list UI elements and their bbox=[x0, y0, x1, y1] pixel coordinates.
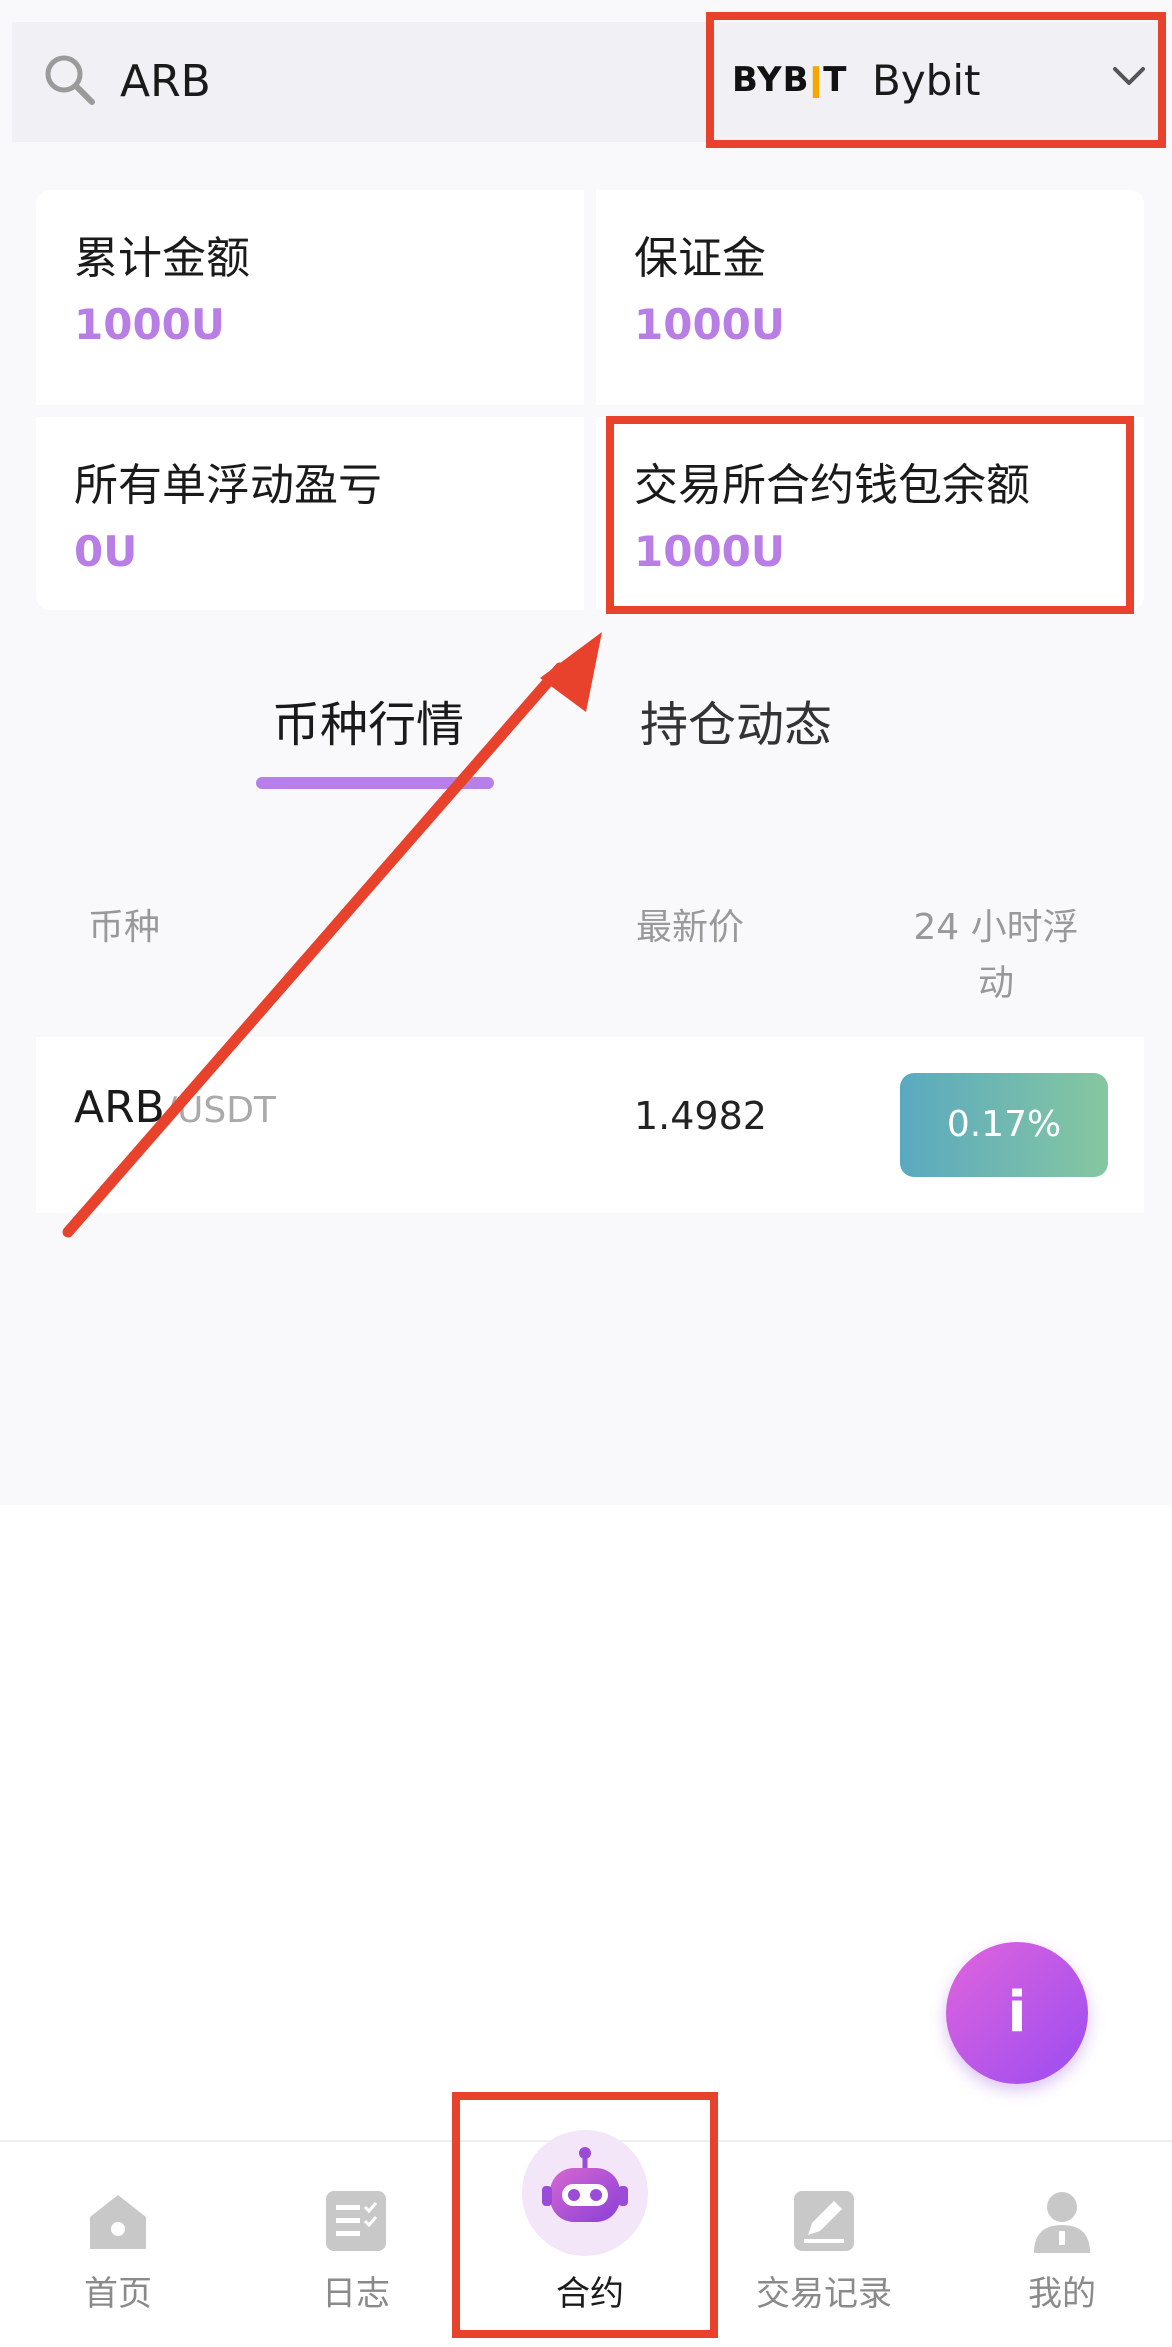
annotation-arrow bbox=[62, 632, 602, 1238]
